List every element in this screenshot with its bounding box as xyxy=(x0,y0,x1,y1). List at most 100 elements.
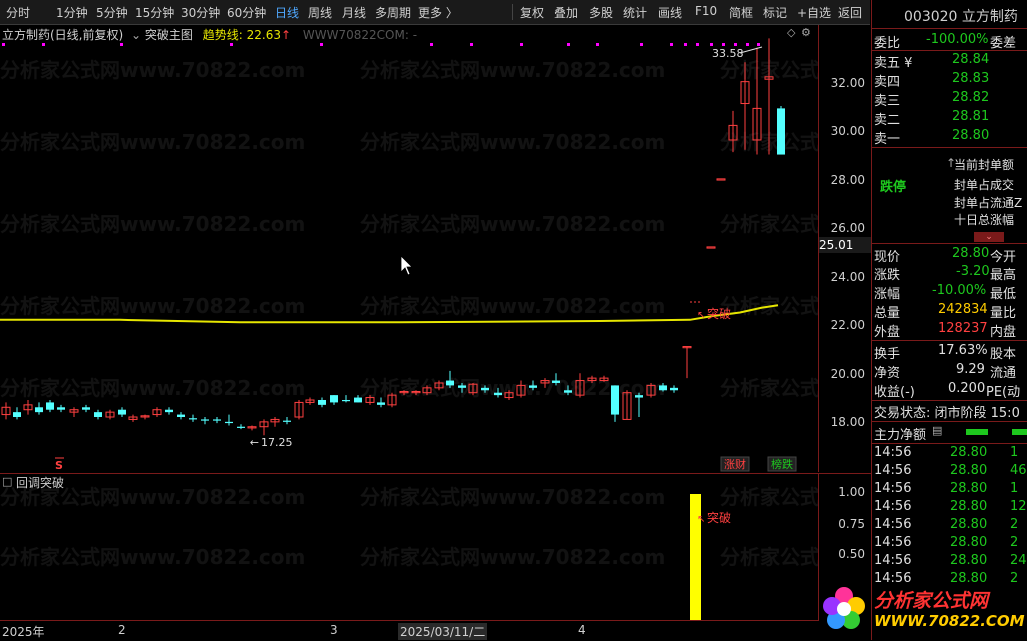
candle xyxy=(716,178,726,181)
price-tick: 30.00 xyxy=(830,124,865,138)
ask-row-4[interactable]: 卖四 28.83 xyxy=(872,71,1027,90)
tick-time: 14:56 xyxy=(874,553,912,568)
lower-indicator-panel[interactable]: □ 回调突破 分析家公式网www.70822.com 分析家公式网www.7082… xyxy=(0,473,818,621)
tick-price: 28.80 xyxy=(950,463,988,478)
watermark-text: 分析家公式网www.70822.com xyxy=(720,376,818,400)
ask-label: 卖三 xyxy=(874,94,901,109)
stats-row: 净资 9.29 流通 xyxy=(874,362,1017,381)
watermark-text: 分析家公式网www.70822.com xyxy=(360,212,665,236)
candle xyxy=(330,395,338,405)
quote-row: 涨跌 -3.20 最高 xyxy=(874,264,1017,283)
tick-time: 14:56 xyxy=(874,481,912,496)
signal-dot xyxy=(670,43,673,46)
candle xyxy=(140,414,150,420)
tag-bangdie: 榜跌 xyxy=(771,457,793,471)
watermark-text: 分析家公式网www.70822.com xyxy=(0,485,305,509)
ask-row-1[interactable]: 卖一 28.80 xyxy=(872,128,1027,147)
low-price-label: 17.25 xyxy=(261,436,293,449)
tool-stats-button[interactable]: 统计 xyxy=(623,4,647,21)
list-icon[interactable]: ▤ xyxy=(932,424,942,437)
weibi-value: -100.00% xyxy=(926,32,989,47)
candle xyxy=(318,397,326,408)
current-price-marker: 25.01 xyxy=(819,237,871,253)
candle xyxy=(259,419,269,436)
main-flow-row: 主力净额 ▤ xyxy=(872,424,1027,443)
period-tab-monthly[interactable]: 月线 xyxy=(342,4,366,21)
price-axis: 32.00 30.00 28.00 26.00 24.00 22.00 20.0… xyxy=(818,25,871,472)
tool-multistock-button[interactable]: 多股 xyxy=(589,4,613,21)
tool-overlay-button[interactable]: 叠加 xyxy=(554,4,578,21)
watermark-text: 分析家公式网www.70822.com xyxy=(720,545,818,569)
tick-time: 14:56 xyxy=(874,535,912,550)
tool-simple-frame-button[interactable]: 简框 xyxy=(729,4,753,21)
signal-dot xyxy=(696,43,699,46)
limit-info-3: 封单占流通Z xyxy=(954,196,1023,210)
watermark-text: 分析家公式网www.70822.com xyxy=(360,545,665,569)
candle xyxy=(294,399,304,420)
expand-chevron-icon[interactable]: ⌄ xyxy=(974,232,1004,242)
limit-info-1: 当前封单额 xyxy=(954,158,1015,172)
watermark-text: 分析家公式网www.70822.com xyxy=(0,130,305,154)
period-tab-5min[interactable]: 5分钟 xyxy=(96,4,128,21)
candle xyxy=(128,414,138,422)
signal-dot xyxy=(567,43,570,46)
toolbar-divider xyxy=(512,4,513,20)
tool-f10-button[interactable]: F10 xyxy=(695,4,717,18)
price-tick: 24.00 xyxy=(830,270,865,284)
tick-price: 28.80 xyxy=(950,553,988,568)
candle xyxy=(152,407,162,417)
signal-dot xyxy=(722,43,725,46)
candle xyxy=(670,385,678,393)
ask-label: 卖四 xyxy=(874,75,901,90)
tag-zhangcai: 涨财 xyxy=(724,457,746,471)
period-tab-1min[interactable]: 1分钟 xyxy=(56,4,88,21)
tick-volume: 2 xyxy=(1010,535,1019,550)
tool-mark-button[interactable]: 标记 xyxy=(763,4,787,21)
watermark-text: 分析家公式网www.70822.com xyxy=(0,545,305,569)
period-tab-more[interactable]: 更多 〉 xyxy=(418,4,458,21)
candle xyxy=(706,246,716,249)
period-tab-multi[interactable]: 多周期 xyxy=(375,4,411,21)
tool-draw-button[interactable]: 画线 xyxy=(658,4,682,21)
candlestick-chart[interactable]: 分析家公式网www.70822.com 分析家公式网www.70822.com 分析… xyxy=(0,25,818,472)
signal-dot xyxy=(734,43,737,46)
ask-row-5[interactable]: 卖五 ¥ 28.84 xyxy=(872,52,1027,71)
candle xyxy=(165,407,173,415)
watermark-text: 分析家公式网www.70822.com xyxy=(360,58,665,82)
candle xyxy=(189,414,197,422)
candle xyxy=(247,425,257,431)
period-tab-weekly[interactable]: 周线 xyxy=(308,4,332,21)
signal-dot xyxy=(42,43,45,46)
period-tab-fenshi[interactable]: 分时 xyxy=(6,4,30,21)
candle xyxy=(635,392,643,417)
tick-volume: 1 xyxy=(1010,481,1019,496)
ask-row-3[interactable]: 卖三 28.82 xyxy=(872,90,1027,109)
candle xyxy=(611,385,619,422)
left-arrow-icon: ← xyxy=(250,436,259,449)
candle xyxy=(237,424,245,430)
candle xyxy=(69,407,79,417)
ask-row-2[interactable]: 卖二 28.81 xyxy=(872,109,1027,128)
candle xyxy=(213,417,221,424)
candle xyxy=(105,409,115,420)
candle xyxy=(201,417,209,425)
period-tab-15min[interactable]: 15分钟 xyxy=(135,4,174,21)
candle xyxy=(225,414,233,426)
mouse-cursor-icon xyxy=(400,255,413,276)
tick-price: 28.80 xyxy=(950,517,988,532)
price-tick: 26.00 xyxy=(830,221,865,235)
quote-row: 涨幅 -10.00% 最低 xyxy=(874,283,1017,302)
period-tab-30min[interactable]: 30分钟 xyxy=(181,4,220,21)
period-tab-60min[interactable]: 60分钟 xyxy=(227,4,266,21)
tool-fuquan-button[interactable]: 复权 xyxy=(520,4,544,21)
tick-row: 14:56 28.80 12 xyxy=(872,499,1027,517)
watermark-text: 分析家公式网www.70822.com xyxy=(0,58,305,82)
tool-back-button[interactable]: 返回 xyxy=(838,4,862,21)
period-tab-daily[interactable]: 日线 xyxy=(275,4,299,21)
trade-status: 交易状态: 闭市阶段 15:0 xyxy=(874,406,1020,421)
tool-add-watch-button[interactable]: +自选 xyxy=(797,4,831,21)
main-flow-label: 主力净额 xyxy=(874,428,927,443)
candle xyxy=(57,404,65,413)
ask-price: 28.84 xyxy=(952,52,990,67)
breakout-arrow-icon: ↖ xyxy=(697,310,705,321)
